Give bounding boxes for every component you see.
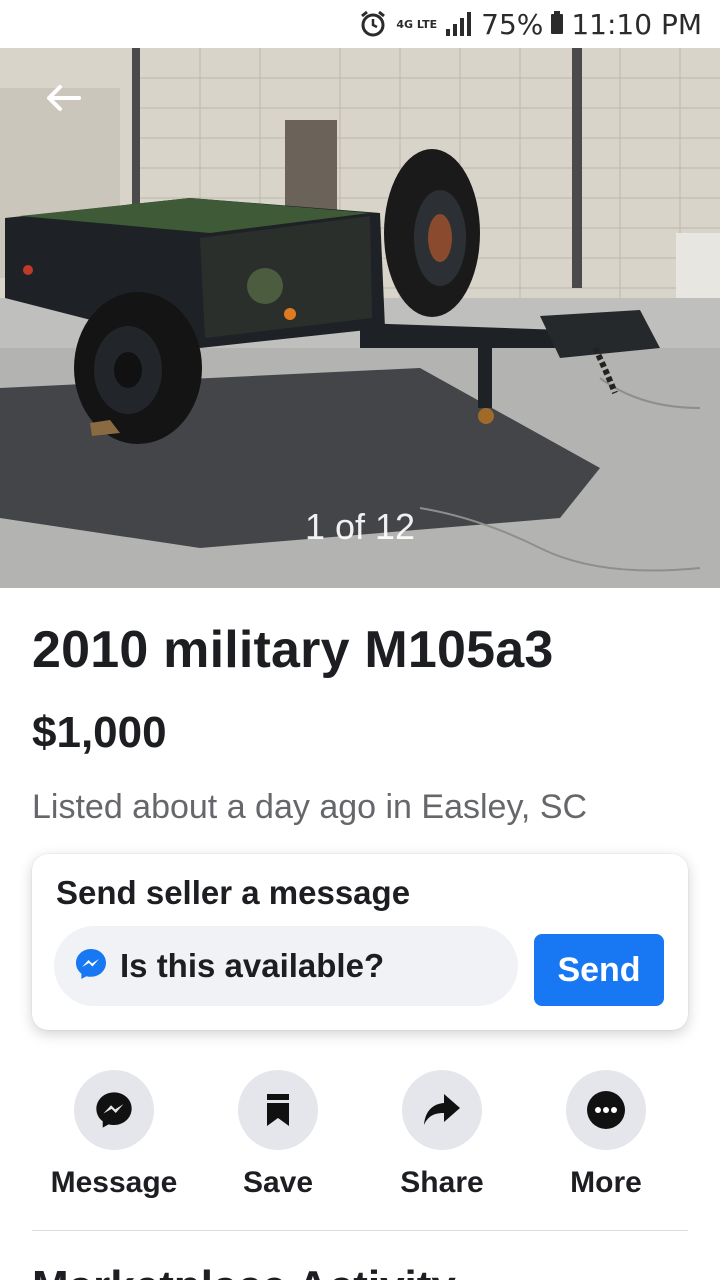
more-dots-icon [566,1070,646,1150]
signal-icon [445,11,473,37]
status-bar: 4G LTE 75% 11:10 PM [0,0,720,48]
section-divider [32,1230,688,1231]
back-button[interactable] [40,78,88,118]
message-action-button[interactable]: Message [32,1070,196,1200]
messenger-icon [74,1070,154,1150]
send-message-heading: Send seller a message [56,874,411,911]
message-action-label: Message [50,1166,178,1199]
alarm-icon [358,9,388,39]
battery-icon [551,11,564,34]
send-button[interactable]: Send [534,934,664,1006]
listing-title: 2010 military M105a3 [32,621,554,679]
share-action-label: Share [400,1166,484,1199]
photo-counter: 1 of 12 [304,506,416,547]
save-action-label: Save [242,1166,314,1199]
message-input-text: Is this available? [120,947,385,984]
battery-percent: 75% [481,7,544,41]
clock: 11:10 PM [571,7,702,41]
listing-price: $1,000 [32,708,167,757]
more-action-button[interactable]: More [524,1070,688,1200]
message-input[interactable]: Is this available? [54,926,518,1006]
action-row: Message Save Share More [32,1070,688,1210]
back-arrow-icon [47,85,81,111]
messenger-icon [74,947,108,986]
network-type-icon: 4G LTE [396,17,438,31]
share-arrow-icon [402,1070,482,1150]
share-action-button[interactable]: Share [360,1070,524,1200]
bookmark-icon [238,1070,318,1150]
save-action-button[interactable]: Save [196,1070,360,1200]
listing-photo[interactable]: 1 of 12 [0,48,720,588]
marketplace-activity-heading: Marketplace Activity [32,1262,456,1280]
more-action-label: More [570,1166,642,1199]
listing-meta: Listed about a day ago in Easley, SC [32,788,588,826]
send-message-card: Send seller a message Is this available?… [32,854,688,1030]
